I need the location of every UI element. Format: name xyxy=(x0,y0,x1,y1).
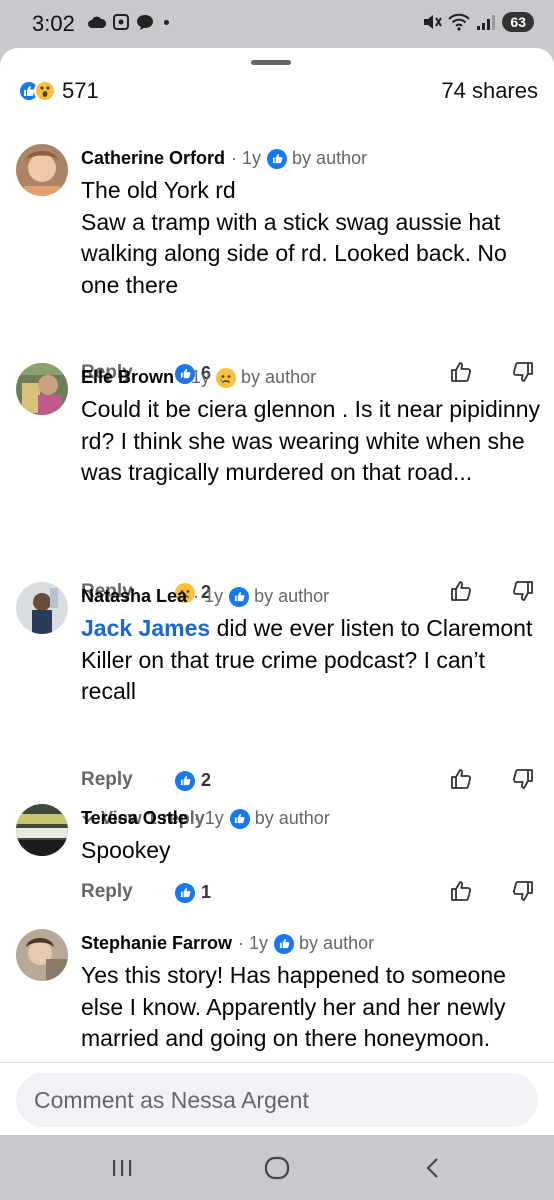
comment-actions: Reply 2 xyxy=(81,769,541,795)
comment-time: · 1y xyxy=(193,808,224,828)
comment-text: The old York rd Saw a tramp with a stick… xyxy=(81,177,507,298)
comment-time: · 1y xyxy=(238,933,269,953)
mention-link[interactable]: Jack James xyxy=(81,615,210,641)
author-sad-icon xyxy=(216,367,237,388)
comment-text: Spookey xyxy=(81,837,171,863)
comment-header: Teresa Ostle · 1y by author xyxy=(81,808,330,829)
post-reactions-row: 571 74 shares xyxy=(18,76,538,106)
comment-header: Catherine Orford · 1y by author xyxy=(81,148,367,169)
by-author-label: by author xyxy=(241,367,317,387)
recents-button[interactable] xyxy=(102,1153,142,1183)
reply-button[interactable]: Reply xyxy=(81,769,133,791)
commenter-name[interactable]: Elle Brown xyxy=(81,367,174,388)
comment-text: Could it be ciera glennon . Is it near p… xyxy=(81,396,541,485)
cloud-icon xyxy=(88,16,106,28)
comment-composer xyxy=(0,1062,554,1135)
status-bar: 3:02 63 xyxy=(0,0,554,50)
like-reaction-icon xyxy=(175,770,195,791)
dot-icon xyxy=(164,19,169,25)
comment-text: Jack James did we ever listen to Claremo… xyxy=(81,615,533,704)
status-system-icons: 63 xyxy=(422,12,534,32)
comments-sheet: 571 74 shares Catherine Orford · 1y by a… xyxy=(0,48,554,1135)
status-notification-icons xyxy=(88,13,169,31)
author-like-icon xyxy=(267,148,288,169)
author-like-icon xyxy=(274,933,295,954)
thumbs-up-icon[interactable] xyxy=(449,767,473,791)
comment-reactions[interactable]: 1 xyxy=(175,882,211,903)
post-share-count[interactable]: 74 shares xyxy=(441,78,538,104)
commenter-name[interactable]: Teresa Ostle xyxy=(81,808,188,829)
avatar[interactable] xyxy=(16,144,68,196)
comment-time: · 1y xyxy=(180,367,211,387)
commenter-name[interactable]: Natasha Lea xyxy=(81,586,187,607)
comment-header: Elle Brown · 1y by author xyxy=(81,367,316,388)
commenter-name[interactable]: Catherine Orford xyxy=(81,148,225,169)
comment-reactions[interactable]: 2 xyxy=(175,770,211,791)
thumbs-down-icon[interactable] xyxy=(511,360,535,384)
like-reaction-icon xyxy=(175,882,195,903)
reaction-count: 1 xyxy=(201,882,212,902)
comment-time: · 1y xyxy=(231,148,262,168)
comment-actions: Reply 1 xyxy=(81,881,541,907)
thumbs-up-icon[interactable] xyxy=(449,360,473,384)
screenshot-icon xyxy=(113,14,129,30)
commenter-name[interactable]: Stephanie Farrow xyxy=(81,933,232,954)
by-author-label: by author xyxy=(299,933,375,953)
signal-icon xyxy=(477,15,496,30)
thumbs-down-icon[interactable] xyxy=(511,579,535,603)
system-nav-bar xyxy=(0,1135,554,1200)
back-button[interactable] xyxy=(413,1153,453,1183)
by-author-label: by author xyxy=(254,808,330,828)
thumbs-down-icon[interactable] xyxy=(511,879,535,903)
avatar[interactable] xyxy=(16,929,68,981)
sheet-drag-handle[interactable] xyxy=(251,60,291,65)
wifi-icon xyxy=(448,13,471,31)
thumbs-up-icon[interactable] xyxy=(449,579,473,603)
post-reaction-count: 571 xyxy=(62,78,99,103)
reaction-count: 2 xyxy=(201,770,212,790)
reply-button[interactable]: Reply xyxy=(81,881,133,903)
by-author-label: by author xyxy=(292,148,368,168)
status-time: 3:02 xyxy=(32,11,75,36)
avatar[interactable] xyxy=(16,363,68,415)
thumbs-down-icon[interactable] xyxy=(511,767,535,791)
comment-text: Yes this story! Has happened to someone … xyxy=(81,962,506,1051)
thumbs-up-icon[interactable] xyxy=(449,879,473,903)
author-like-icon xyxy=(229,586,250,607)
mute-icon xyxy=(424,15,443,29)
wow-reaction-icon xyxy=(34,80,56,102)
back-icon xyxy=(426,1158,438,1178)
chat-icon xyxy=(137,15,153,30)
battery-indicator: 63 xyxy=(502,12,534,32)
recents-icon xyxy=(113,1160,132,1176)
avatar[interactable] xyxy=(16,804,68,856)
by-author-label: by author xyxy=(254,586,330,606)
comment-header: Stephanie Farrow · 1y by author xyxy=(81,933,374,954)
avatar[interactable] xyxy=(16,582,68,634)
home-button[interactable] xyxy=(257,1153,297,1183)
comment-header: Natasha Lea · 1y by author xyxy=(81,586,329,607)
home-icon xyxy=(264,1156,290,1180)
comment-input[interactable] xyxy=(16,1073,538,1127)
author-like-icon xyxy=(229,808,250,829)
post-reactions-summary[interactable]: 571 xyxy=(18,78,99,104)
comment-time: · 1y xyxy=(193,586,224,606)
